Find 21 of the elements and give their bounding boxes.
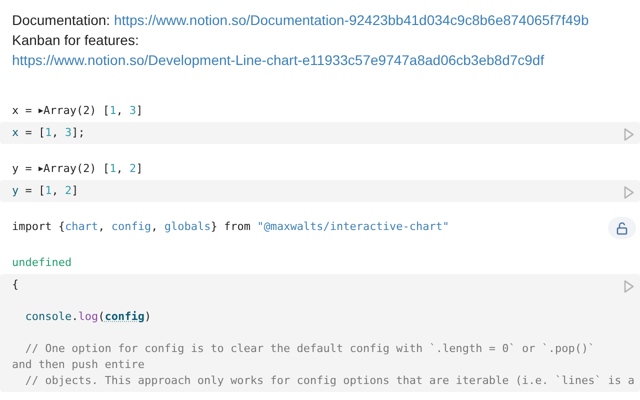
run-button[interactable] [622, 126, 636, 142]
run-button[interactable] [622, 184, 636, 200]
lock-button[interactable] [608, 217, 636, 239]
link[interactable]: https://www.notion.so/Documentation-92423bb41d034c9c8b6e874065f7f49b [114, 12, 589, 28]
cell-output: y = ▶Array(2) [1, 2] [12, 161, 143, 177]
code-line: x = [1, 3]; [12, 125, 85, 141]
code-line: console.log(config) [24, 309, 152, 325]
cell-output: undefined [12, 255, 72, 271]
code-line: y = [1, 2] [12, 183, 78, 199]
run-button[interactable] [622, 278, 636, 294]
play-icon [624, 280, 634, 292]
code-line: // objects. This approach only works for config options that are iterable (i.e. `lines` is a [24, 373, 635, 389]
cell-output: x = ▶Array(2) [1, 3] [12, 103, 143, 119]
link[interactable]: https://www.notion.so/Development-Line-chart-e11933c57e9747a8ad06cb3eb8d7c9df [12, 52, 544, 68]
intro-paragraph: Documentation: https://www.notion.so/Documentation-92423bb41d034c9c8b6e874065f7f49b Kanban for features: https://www.notion.so/Development-Line-chart-e11933c57e9747a8ad06cb3eb8d7c9df [11, 11, 590, 70]
cell-output: import {chart, config, globals} from "@maxwalts/interactive-chart" [12, 219, 450, 235]
play-icon [624, 186, 634, 198]
code-line: { [12, 277, 19, 293]
code-line: // One option for config is to clear the default config with `.length = 0` or `.pop()` and then push entire [12, 341, 596, 373]
unlock-icon [616, 222, 628, 234]
play-icon [624, 128, 634, 140]
